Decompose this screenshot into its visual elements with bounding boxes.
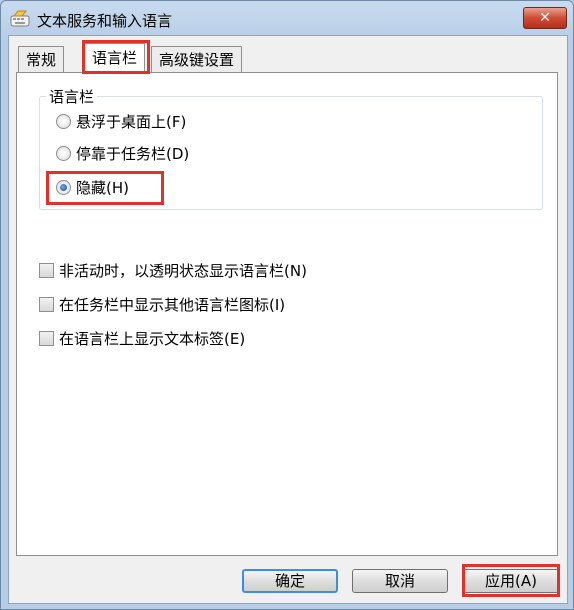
checkbox-show-text-labels[interactable]: 在语言栏上显示文本标签(E) xyxy=(39,328,245,350)
checkbox[interactable] xyxy=(39,331,54,346)
checkbox-label: 在语言栏上显示文本标签(E) xyxy=(59,330,246,348)
checkbox-show-extra-icons[interactable]: 在任务栏中显示其他语言栏图标(I) xyxy=(39,294,285,316)
apply-button[interactable]: 应用(A) xyxy=(463,569,559,593)
close-button[interactable]: ✕ xyxy=(523,7,567,29)
tab-general[interactable]: 常规 xyxy=(18,46,65,72)
cancel-button[interactable]: 取消 xyxy=(352,569,448,593)
checkbox[interactable] xyxy=(39,263,54,278)
radio-button[interactable] xyxy=(56,146,71,161)
radio-dock-in-taskbar[interactable]: 停靠于任务栏(D) xyxy=(56,143,189,165)
keyboard-icon xyxy=(10,10,30,27)
checkbox-label: 在任务栏中显示其他语言栏图标(I) xyxy=(59,296,286,314)
tab-language-bar[interactable]: 语言栏 xyxy=(84,43,146,73)
checkbox[interactable] xyxy=(39,297,54,312)
checkbox-label: 非活动时，以透明状态显示语言栏(N) xyxy=(59,262,307,280)
radio-label: 停靠于任务栏(D) xyxy=(76,145,190,163)
ok-button[interactable]: 确定 xyxy=(242,569,338,593)
tab-panel-language-bar: 语言栏 悬浮于桌面上(F) 停靠于任务栏(D) 隐藏(H) 非活动时，以透明状态… xyxy=(16,72,558,556)
radio-float-on-desktop[interactable]: 悬浮于桌面上(F) xyxy=(56,111,186,133)
tab-advanced-key-settings[interactable]: 高级键设置 xyxy=(151,46,243,72)
client-area: 常规 语言栏 高级键设置 语言栏 悬浮于桌面上(F) 停靠于任务栏(D) 隐藏(… xyxy=(8,35,568,604)
radio-label: 隐藏(H) xyxy=(76,179,129,197)
dialog-window: 文本服务和输入语言 ✕ 常规 语言栏 高级键设置 语言栏 悬浮于桌面上(F) 停… xyxy=(0,0,574,610)
radio-button[interactable] xyxy=(56,114,71,129)
language-bar-group: 语言栏 悬浮于桌面上(F) 停靠于任务栏(D) 隐藏(H) xyxy=(39,86,543,210)
title-bar[interactable]: 文本服务和输入语言 ✕ xyxy=(1,1,573,37)
group-title: 语言栏 xyxy=(46,86,98,107)
window-title: 文本服务和输入语言 xyxy=(37,12,173,30)
checkbox-transparent-when-inactive[interactable]: 非活动时，以透明状态显示语言栏(N) xyxy=(39,260,307,282)
radio-label: 悬浮于桌面上(F) xyxy=(76,113,187,131)
radio-hidden[interactable]: 隐藏(H) xyxy=(56,177,129,199)
radio-button[interactable] xyxy=(56,180,71,195)
